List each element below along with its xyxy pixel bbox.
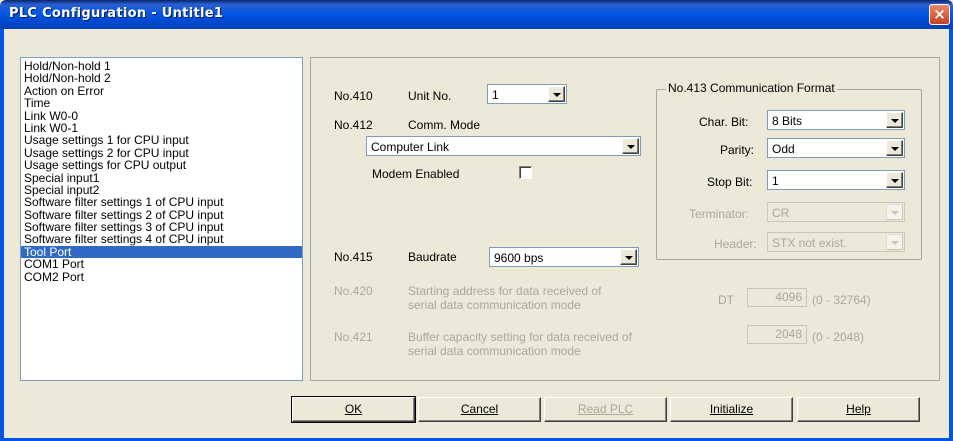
settings-category-list[interactable]: Hold/Non-hold 1 Hold/Non-hold 2 Action o…	[20, 57, 303, 381]
unit-no-code: No.410	[334, 89, 373, 103]
terminator-select: CR	[767, 202, 905, 222]
modem-enabled-label: Modem Enabled	[372, 167, 460, 181]
start-address-range: (0 - 32764)	[812, 293, 871, 307]
buffer-capacity-desc-line2: serial data communication mode	[408, 344, 581, 358]
chevron-down-icon	[886, 234, 903, 250]
baudrate-label: Baudrate	[408, 250, 457, 264]
start-address-desc-line2: serial data communication mode	[408, 298, 581, 312]
stop-bit-label: Stop Bit:	[707, 175, 753, 189]
terminator-label: Terminator:	[689, 207, 750, 221]
start-address-desc-line1: Starting address for data received of	[408, 284, 602, 298]
initialize-button[interactable]: Initialize	[670, 397, 793, 422]
modem-enabled-checkbox[interactable]	[519, 166, 532, 179]
parity-select[interactable]: Odd	[767, 138, 905, 158]
terminator-value: CR	[772, 206, 790, 220]
list-item[interactable]: Time	[21, 97, 302, 109]
ok-button[interactable]: OK	[291, 396, 416, 423]
unit-no-label: Unit No.	[408, 89, 452, 103]
initialize-button-label: Initialize	[709, 402, 754, 416]
list-item[interactable]: Hold/Non-hold 2	[21, 72, 302, 84]
chevron-down-icon[interactable]	[886, 112, 903, 128]
communication-format-title: No.413 Communication Format	[666, 81, 837, 95]
list-item[interactable]: Usage settings 1 for CPU input	[21, 134, 302, 146]
chevron-down-icon[interactable]	[548, 86, 565, 102]
chevron-down-icon[interactable]	[886, 172, 903, 188]
help-button[interactable]: Help	[797, 397, 920, 422]
comm-mode-code: No.412	[334, 118, 373, 132]
chevron-down-icon[interactable]	[886, 140, 903, 156]
unit-no-value: 1	[492, 88, 499, 102]
comm-mode-label: Comm. Mode	[408, 118, 481, 132]
ok-button-label: OK	[344, 402, 363, 416]
buffer-capacity-range: (0 - 2048)	[812, 330, 865, 344]
read-plc-button-label: Read PLC	[577, 402, 634, 416]
list-item[interactable]: COM2 Port	[21, 270, 302, 283]
list-item[interactable]: COM1 Port	[21, 258, 302, 270]
baudrate-code: No.415	[334, 250, 373, 264]
chevron-down-icon	[886, 204, 903, 220]
buffer-capacity-field: 2048	[747, 325, 807, 344]
buffer-capacity-desc-line1: Buffer capacity setting for data receive…	[408, 330, 632, 344]
cancel-button-label: Cancel	[460, 402, 499, 416]
stop-bit-value: 1	[772, 174, 779, 188]
char-bit-select[interactable]: 8 Bits	[767, 110, 905, 130]
baudrate-select[interactable]: 9600 bps	[489, 247, 639, 267]
parity-value: Odd	[772, 142, 795, 156]
help-button-label: Help	[846, 402, 871, 416]
window-frame-right	[949, 29, 953, 441]
buffer-capacity-code: No.421	[334, 330, 373, 344]
list-item[interactable]: Action on Error	[21, 85, 302, 97]
window-frame-left	[0, 29, 4, 441]
chevron-down-icon[interactable]	[620, 249, 637, 265]
list-item[interactable]: Software filter settings 4 of CPU input	[21, 233, 302, 245]
header-label: Header:	[714, 237, 757, 251]
header-select: STX not exist.	[767, 232, 905, 252]
chevron-down-icon[interactable]	[622, 138, 639, 154]
list-item[interactable]: Usage settings for CPU output	[21, 159, 302, 171]
read-plc-button: Read PLC	[544, 397, 667, 422]
baudrate-value: 9600 bps	[494, 251, 544, 265]
stop-bit-select[interactable]: 1	[767, 170, 905, 190]
char-bit-label: Char. Bit:	[699, 115, 749, 129]
parity-label: Parity:	[720, 143, 755, 157]
char-bit-value: 8 Bits	[772, 114, 803, 128]
window-title: PLC Configuration - Untitle1	[9, 6, 224, 21]
comm-mode-select[interactable]: Computer Link	[366, 136, 641, 156]
close-icon[interactable]: ×	[929, 4, 950, 25]
list-item[interactable]: Software filter settings 1 of CPU input	[21, 196, 302, 208]
unit-no-select[interactable]: 1	[487, 84, 567, 104]
start-address-code: No.420	[334, 284, 373, 298]
start-address-field: 4096	[747, 288, 807, 307]
start-address-prefix: DT	[718, 293, 734, 307]
header-value: STX not exist.	[772, 236, 847, 250]
cancel-button[interactable]: Cancel	[418, 397, 541, 422]
title-bar: PLC Configuration - Untitle1 ×	[0, 0, 953, 29]
comm-mode-value: Computer Link	[371, 140, 450, 154]
